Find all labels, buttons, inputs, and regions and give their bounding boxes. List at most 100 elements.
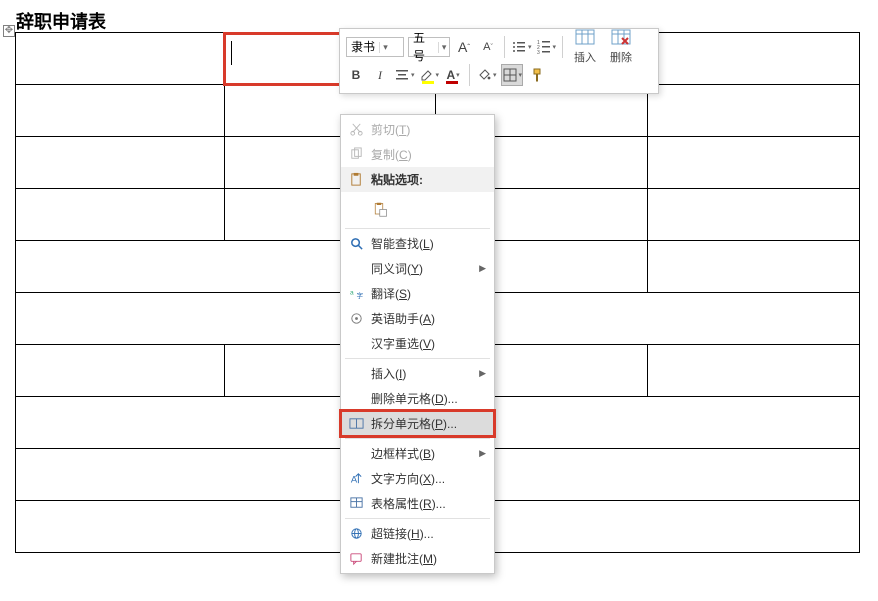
table-cell[interactable] (648, 345, 860, 397)
borders-icon (502, 67, 518, 83)
menu-synonyms[interactable]: 同义词(Y) ▶ (341, 256, 494, 281)
menu-table-properties[interactable]: 表格属性(R)... (341, 491, 494, 516)
table-properties-icon (347, 496, 365, 511)
chevron-right-icon: ▶ (479, 263, 486, 274)
bullets-icon (511, 39, 527, 55)
menu-label: 拆分单元格(P)... (371, 415, 486, 432)
align-button[interactable] (394, 64, 415, 86)
text-direction-icon: A (347, 471, 365, 486)
table-cell[interactable] (16, 189, 225, 241)
table-cell[interactable] (648, 33, 860, 85)
menu-label: 英语助手(A) (371, 310, 486, 327)
menu-label: 翻译(S) (371, 285, 486, 302)
table-insert-icon (575, 29, 595, 49)
brush-icon (529, 67, 545, 83)
menu-label: 超链接(H)... (371, 525, 486, 542)
table-cell[interactable] (648, 189, 860, 241)
grow-font-button[interactable]: Aˆ (454, 36, 474, 58)
font-size-value: 五号 (409, 29, 438, 65)
borders-button[interactable] (501, 64, 524, 86)
page-title: 辞职申请表 (16, 8, 106, 34)
menu-delete-cells[interactable]: 删除单元格(D)... (341, 386, 494, 411)
menu-label: 边框样式(B) (371, 445, 479, 462)
text-cursor-icon (231, 41, 232, 65)
menu-separator (345, 358, 490, 359)
bullets-button[interactable] (511, 36, 532, 58)
font-name-value: 隶书 (347, 38, 379, 56)
delete-label: 删除 (610, 49, 632, 65)
menu-label: 智能查找(L) (371, 235, 486, 252)
split-cells-icon (347, 416, 365, 431)
assistant-icon (347, 311, 365, 326)
shrink-font-button[interactable]: Aˇ (478, 36, 498, 58)
svg-text:字: 字 (356, 291, 363, 300)
font-size-combo[interactable]: 五号 ▾ (408, 37, 450, 57)
numbering-button[interactable]: 123 (536, 36, 557, 58)
table-cell[interactable] (16, 33, 225, 85)
menu-hyperlink[interactable]: 超链接(H)... (341, 521, 494, 546)
shading-button[interactable] (476, 64, 497, 86)
menu-translate[interactable]: a字 翻译(S) (341, 281, 494, 306)
menu-label: 删除单元格(D)... (371, 390, 486, 407)
table-move-handle-icon[interactable]: ✥ (3, 25, 15, 37)
menu-hanzi-reselect[interactable]: 汉字重选(V) (341, 331, 494, 356)
table-delete-icon (611, 29, 631, 49)
translate-icon: a字 (347, 286, 365, 301)
menu-label: 粘贴选项: (371, 171, 486, 188)
menu-label: 剪切(T) (371, 121, 486, 138)
menu-cut[interactable]: 剪切(T) (341, 117, 494, 142)
menu-new-comment[interactable]: 新建批注(M) (341, 546, 494, 571)
chevron-right-icon: ▶ (479, 368, 486, 379)
menu-copy[interactable]: 复制(C) (341, 142, 494, 167)
italic-button[interactable]: I (370, 64, 390, 86)
insert-label: 插入 (574, 49, 596, 65)
comment-icon (347, 551, 365, 566)
menu-label: 文字方向(X)... (371, 470, 486, 487)
table-cell[interactable] (16, 85, 225, 137)
table-delete-button[interactable]: 删除 (605, 29, 637, 65)
menu-split-cells[interactable]: 拆分单元格(P)... (341, 411, 494, 436)
table-cell[interactable] (16, 345, 225, 397)
menu-label: 同义词(Y) (371, 260, 479, 277)
font-color-button[interactable]: A (443, 64, 463, 86)
bucket-icon (476, 67, 492, 83)
menu-separator (345, 228, 490, 229)
menu-border-style[interactable]: 边框样式(B) ▶ (341, 441, 494, 466)
font-name-combo[interactable]: 隶书 ▾ (346, 37, 404, 57)
chevron-down-icon: ▾ (438, 42, 449, 53)
menu-label: 表格属性(R)... (371, 495, 486, 512)
table-insert-button[interactable]: 插入 (569, 29, 601, 65)
copy-icon (347, 147, 365, 162)
menu-label: 复制(C) (371, 146, 486, 163)
menu-english-assistant[interactable]: 英语助手(A) (341, 306, 494, 331)
svg-text:3: 3 (537, 50, 540, 55)
link-icon (347, 526, 365, 541)
menu-paste-keep-source[interactable] (341, 192, 494, 226)
cut-icon (347, 122, 365, 137)
table-cell[interactable] (648, 137, 860, 189)
mini-toolbar: 隶书 ▾ 五号 ▾ Aˆ Aˇ 123 插入 删除 B I (339, 28, 659, 94)
chevron-down-icon: ▾ (379, 42, 391, 53)
paste-icon (371, 202, 389, 217)
menu-separator (345, 518, 490, 519)
menu-label: 汉字重选(V) (371, 335, 486, 352)
bold-button[interactable]: B (346, 64, 366, 86)
menu-text-direction[interactable]: A 文字方向(X)... (341, 466, 494, 491)
menu-smart-lookup[interactable]: 智能查找(L) (341, 231, 494, 256)
menu-label: 插入(I) (371, 365, 479, 382)
menu-separator (345, 438, 490, 439)
table-cell[interactable] (648, 241, 860, 293)
format-painter-button[interactable] (527, 64, 547, 86)
menu-paste-options-header: 粘贴选项: (341, 167, 494, 192)
clipboard-icon (347, 172, 365, 187)
highlight-button[interactable] (419, 64, 440, 86)
table-cell[interactable] (16, 137, 225, 189)
context-menu: 剪切(T) 复制(C) 粘贴选项: 智能查找(L) 同义词(Y) ▶ a字 翻译… (340, 114, 495, 574)
table-cell[interactable] (648, 85, 860, 137)
chevron-right-icon: ▶ (479, 448, 486, 459)
menu-label: 新建批注(M) (371, 550, 486, 567)
search-icon (347, 236, 365, 251)
svg-text:a: a (349, 289, 353, 296)
menu-insert[interactable]: 插入(I) ▶ (341, 361, 494, 386)
numbering-icon: 123 (536, 39, 552, 55)
